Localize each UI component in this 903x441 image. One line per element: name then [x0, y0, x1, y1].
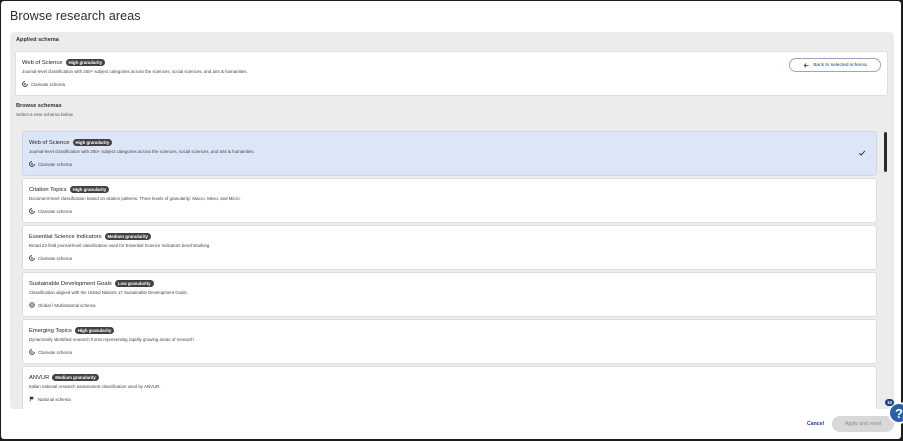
checkmark-icon	[858, 150, 866, 156]
scrollbar-thumb[interactable]	[884, 132, 887, 172]
applied-schema-title: Web of Science	[22, 59, 63, 66]
schema-title: Web of Science	[29, 139, 70, 146]
schema-title: Emerging Topics	[29, 327, 72, 334]
schema-meta: Clarivate schema	[29, 208, 72, 214]
schema-meta: Clarivate schema	[29, 255, 72, 261]
schema-panel: Applied schema Web of Science High granu…	[10, 32, 894, 409]
schema-description: Classification aligned with the United N…	[29, 290, 188, 295]
flag-icon	[29, 396, 34, 402]
clarivate-icon	[29, 255, 35, 261]
schema-title: Sustainable Development Goals	[29, 280, 112, 287]
clarivate-icon	[29, 349, 35, 355]
applied-schema-description: Journal-level classification with 250+ s…	[22, 69, 248, 74]
clarivate-icon	[22, 81, 28, 87]
granularity-badge: Medium granularity	[52, 374, 99, 381]
schema-meta: Global / Multinational schema	[29, 302, 96, 308]
schema-description: Broad 22-field journal-level classificat…	[29, 243, 211, 248]
schema-title: Citation Topics	[29, 186, 67, 193]
schema-description: Journal-level classification with 250+ s…	[29, 149, 255, 154]
granularity-badge: Low granularity	[114, 280, 154, 287]
schema-title: Essential Science Indicators	[29, 233, 102, 240]
granularity-badge: High granularity	[65, 59, 106, 66]
granularity-badge: High granularity	[72, 139, 113, 146]
schema-meta: National schema	[29, 396, 71, 402]
schema-card[interactable]: ANVUR Medium granularity Italian national …	[22, 366, 877, 409]
apply-and-reset-button[interactable]: Apply and reset	[832, 416, 894, 432]
schema-card[interactable]: Citation Topics High granularity Document-…	[22, 178, 877, 223]
back-to-selected-schema-button[interactable]: Back to selected schema	[789, 58, 881, 72]
browse-research-areas-dialog: Browse research areas Applied schema Web…	[1, 1, 901, 439]
applied-schema-card: Web of Science High granularity Journal-…	[15, 51, 888, 96]
arrow-left-icon	[804, 62, 809, 68]
cancel-button[interactable]: Cancel	[807, 421, 824, 427]
applied-schema-label: Applied schema	[16, 37, 59, 43]
schema-card[interactable]: Web of Science High granularity Journal-le…	[22, 131, 877, 176]
schema-description: Document-level classification based on c…	[29, 196, 241, 201]
schema-description: Italian national research assessment cla…	[29, 384, 161, 389]
schema-card[interactable]: Essential Science Indicators Medium granu…	[22, 225, 877, 270]
scrollbar[interactable]	[884, 132, 887, 406]
schema-card[interactable]: Emerging Topics High granularity Dynamical…	[22, 319, 877, 364]
applied-schema-meta: Clarivate schema	[22, 81, 65, 87]
schema-card[interactable]: Sustainable Development Goals Low granula…	[22, 272, 877, 317]
browse-schemas-subtitle: Select a new schema below	[16, 112, 73, 117]
browse-schemas-label: Browse schemas	[16, 103, 62, 109]
schema-meta: Clarivate schema	[29, 349, 72, 355]
dialog-title: Browse research areas	[10, 9, 141, 23]
schema-meta: Clarivate schema	[29, 161, 72, 167]
granularity-badge: High granularity	[69, 186, 110, 193]
globe-icon	[29, 302, 35, 308]
schema-title: ANVUR	[29, 374, 50, 381]
clarivate-icon	[29, 208, 35, 214]
schema-description: Dynamically identified research fronts r…	[29, 337, 194, 342]
granularity-badge: High granularity	[74, 327, 115, 334]
clarivate-icon	[29, 161, 35, 167]
help-count-badge: 10	[885, 399, 895, 406]
granularity-badge: Medium granularity	[104, 233, 151, 240]
